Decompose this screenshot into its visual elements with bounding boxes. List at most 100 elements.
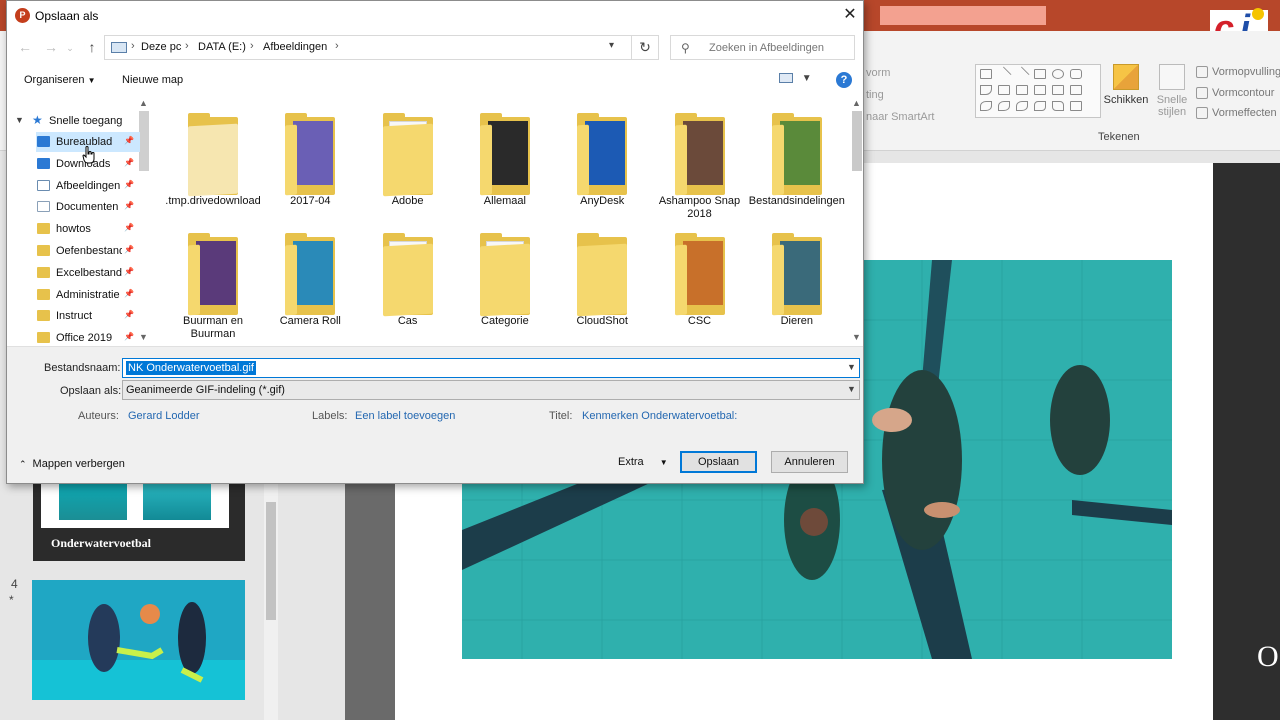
folder-item[interactable]: 2017-04 [262, 101, 358, 213]
file-scroll-thumb[interactable] [852, 111, 862, 171]
back-arrow-icon[interactable]: ← [17, 39, 33, 55]
pin-icon[interactable]: 📌 [124, 245, 134, 254]
sidebar-item-afbeeldingen[interactable]: Afbeeldingen 📌 [7, 176, 142, 196]
shape-arrow-down-icon[interactable] [1052, 85, 1064, 95]
folder-item[interactable]: Bestandsindelingen [749, 101, 845, 213]
search-input[interactable]: ⚲ Zoeken in Afbeeldingen [670, 35, 855, 60]
folder-item[interactable]: Buurman en Buurman [165, 221, 261, 340]
pin-icon[interactable]: 📌 [124, 289, 134, 298]
shape-arrow-line-icon[interactable] [1014, 66, 1030, 82]
breadcrumb-data-drive[interactable]: DATA (E:) [198, 41, 246, 53]
pin-icon[interactable]: 📌 [124, 136, 134, 145]
breadcrumb-separator-icon[interactable]: › [185, 40, 189, 52]
tags-value[interactable]: Een label toevoegen [355, 410, 455, 422]
breadcrumb-this-pc[interactable]: Deze pc [141, 41, 181, 53]
tools-menu-button[interactable]: Extra ▼ [618, 456, 668, 468]
organise-button[interactable]: Organiseren ▼ [24, 74, 96, 86]
shape-brace-right-icon[interactable] [1052, 101, 1064, 111]
folder-item[interactable]: AnyDesk [554, 101, 650, 213]
folder-item[interactable]: CSC [652, 221, 748, 333]
titlebar-search-box[interactable] [880, 6, 1046, 25]
folder-item[interactable]: Allemaal [457, 101, 553, 213]
breadcrumb-separator-icon[interactable]: › [335, 40, 339, 52]
shape-elbow2-icon[interactable] [1016, 85, 1028, 95]
pin-icon[interactable]: 📌 [124, 223, 134, 232]
new-folder-button[interactable]: Nieuwe map [122, 74, 183, 86]
cancel-button[interactable]: Annuleren [771, 451, 848, 473]
shape-rounded-rect-icon[interactable] [1070, 69, 1082, 79]
folder-item[interactable]: CloudShot [554, 221, 650, 333]
filename-value[interactable]: NK Onderwatervoetbal.gif [126, 361, 256, 375]
recent-locations-chevron-icon[interactable]: ⌄ [62, 43, 78, 54]
pin-icon[interactable]: 📌 [124, 310, 134, 319]
shape-line-icon[interactable] [996, 66, 1012, 82]
shape-more-icon[interactable] [1070, 101, 1082, 111]
sidebar-item-downloads[interactable]: Downloads 📌 [7, 154, 142, 174]
save-type-select[interactable]: Geanimeerde GIF-indeling (*.gif) ▼ [122, 380, 860, 400]
sidebar-item-administratie[interactable]: Administratie 📌 [7, 285, 142, 305]
shape-textbox-icon[interactable] [980, 69, 992, 79]
breadcrumb-separator-icon[interactable]: › [250, 40, 254, 52]
thumbnail-scrollbar[interactable] [264, 482, 278, 720]
folder-item[interactable]: Cas [360, 221, 456, 333]
forward-arrow-icon[interactable]: → [43, 39, 59, 55]
sidebar-item-office-2019[interactable]: Office 2019 📌 [7, 328, 142, 348]
save-button[interactable]: Opslaan [680, 451, 757, 473]
shape-curve2-icon[interactable] [998, 101, 1010, 111]
folder-item[interactable]: .tmp.drivedownload [165, 101, 261, 213]
filename-input[interactable]: NK Onderwatervoetbal.gif ▼ [122, 358, 860, 378]
shape-rectangle-icon[interactable] [1034, 69, 1046, 79]
folder-item[interactable]: Camera Roll [262, 221, 358, 333]
nav-quick-access[interactable]: ▼ ★ Snelle toegang [7, 111, 142, 131]
help-icon[interactable]: ? [836, 72, 852, 88]
title-value[interactable]: Kenmerken Onderwatervoetbal: [582, 410, 737, 422]
shape-outline-button[interactable]: Vormcontour [1196, 87, 1274, 99]
shape-star-icon[interactable] [1070, 85, 1082, 95]
arrange-button[interactable]: Schikken [1103, 64, 1149, 106]
folder-item[interactable]: Adobe [360, 101, 456, 213]
folder-item[interactable]: Categorie [457, 221, 553, 333]
shape-oval-icon[interactable] [1052, 69, 1064, 79]
shape-arrow-right-icon[interactable] [1034, 85, 1046, 95]
filename-dropdown-chevron-icon[interactable]: ▼ [847, 362, 856, 372]
close-icon[interactable]: ✕ [837, 4, 863, 28]
pin-icon[interactable]: 📌 [124, 332, 134, 341]
address-dropdown-chevron-icon[interactable]: ▾ [609, 40, 614, 51]
file-list-scrollbar[interactable]: ▲ ▼ [850, 96, 864, 346]
slide-thumbnail-4[interactable] [32, 580, 245, 700]
sidebar-item-instruct[interactable]: Instruct 📌 [7, 306, 142, 326]
scroll-up-icon[interactable]: ▲ [852, 98, 861, 108]
hide-folders-button[interactable]: ⌃ Mappen verbergen [19, 458, 125, 470]
shape-fill-button[interactable]: Vormopvulling [1196, 66, 1280, 78]
thumbnail-scroll-thumb[interactable] [266, 502, 276, 620]
up-arrow-icon[interactable]: ↑ [84, 39, 100, 55]
sidebar-item-oefenbestanden[interactable]: Oefenbestanden📌 [7, 241, 142, 261]
shape-curve3-icon[interactable] [1016, 101, 1028, 111]
pin-icon[interactable]: 📌 [124, 180, 134, 189]
shapes-gallery[interactable] [975, 64, 1101, 118]
shape-brace-left-icon[interactable] [1034, 101, 1046, 111]
sidebar-item-howtos[interactable]: howtos 📌 [7, 219, 142, 239]
save-type-chevron-icon[interactable]: ▼ [847, 384, 856, 394]
scroll-up-icon[interactable]: ▲ [139, 98, 148, 108]
breadcrumb-pictures[interactable]: Afbeeldingen [263, 41, 327, 53]
scroll-down-icon[interactable]: ▼ [852, 332, 861, 342]
expand-chevron-icon[interactable]: ▼ [15, 115, 24, 125]
folder-item[interactable]: Ashampoo Snap 2018 [652, 101, 748, 220]
shape-curve-icon[interactable] [980, 101, 992, 111]
quick-styles-button[interactable]: Snelle stijlen [1150, 64, 1194, 118]
authors-value[interactable]: Gerard Lodder [128, 410, 200, 422]
folder-item[interactable]: Dieren [749, 221, 845, 333]
pin-icon[interactable]: 📌 [124, 201, 134, 210]
sidebar-item-excelbestanden[interactable]: Excelbestanden📌 [7, 263, 142, 283]
view-options-button[interactable]: ▼ [779, 73, 819, 89]
slide-thumbnail-3[interactable]: Onderwatervoetbal [33, 482, 245, 561]
pin-icon[interactable]: 📌 [124, 267, 134, 276]
shape-elbow-icon[interactable] [998, 85, 1010, 95]
shape-triangle-icon[interactable] [980, 85, 992, 95]
shape-effects-button[interactable]: Vormeffecten [1196, 107, 1277, 119]
pin-icon[interactable]: 📌 [124, 158, 134, 167]
address-bar[interactable]: › Deze pc › DATA (E:) › Afbeeldingen › ▾ [104, 35, 632, 60]
sidebar-item-documenten[interactable]: Documenten 📌 [7, 197, 142, 217]
refresh-icon[interactable]: ↻ [632, 35, 659, 60]
